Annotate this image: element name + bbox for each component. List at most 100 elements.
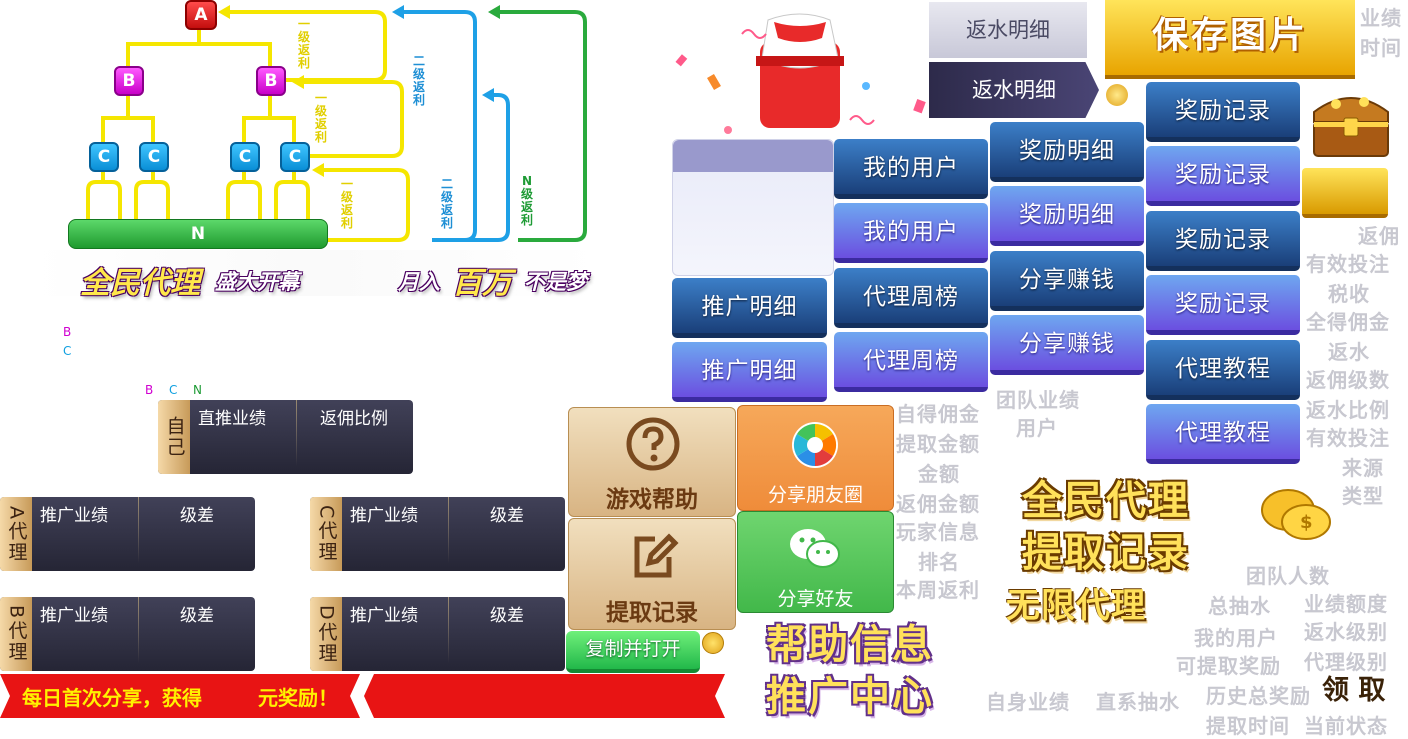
label-withdraw-time: 提取时间	[1206, 714, 1290, 738]
lavender-card	[672, 139, 834, 276]
reward-record-button-1[interactable]: 奖励记录	[1146, 82, 1300, 142]
user-icon	[1106, 84, 1128, 106]
red-envelope-icon	[675, 13, 926, 134]
agent-d-divider	[448, 597, 449, 663]
node-b-left: B	[114, 66, 144, 96]
treasure-chest-icon	[1313, 97, 1389, 157]
tab-rebate-detail-inactive[interactable]: 返水明细	[929, 2, 1087, 58]
agent-weekly-button[interactable]: 代理周榜	[834, 268, 988, 328]
self-table-side: 自己	[158, 400, 190, 474]
legend-bcn-c: C	[169, 383, 178, 397]
coin-icon-small	[702, 632, 724, 654]
share-moments-tile[interactable]: 分享朋友圈	[737, 405, 894, 511]
title-help-info: 帮助信息	[766, 622, 934, 668]
agent-tutorial-button[interactable]: 代理教程	[1146, 340, 1300, 400]
title-promo-center: 推广中心	[766, 674, 934, 720]
promo-detail-button[interactable]: 推广明细	[672, 278, 827, 338]
agent-b-divider	[138, 597, 139, 663]
self-table-divider	[296, 400, 297, 466]
gold-coins-icon: $	[1261, 489, 1331, 540]
level1-rebate-label-1: 一级返利	[297, 17, 310, 70]
promo-detail-button-active[interactable]: 推广明细	[672, 342, 827, 402]
withdraw-record-tile[interactable]: 提取记录	[568, 518, 736, 630]
label-amount: 金额	[918, 462, 960, 486]
legend-c: C	[63, 344, 72, 358]
ribbon-right-text: 元奖励！	[258, 686, 338, 710]
title-unlimited-agent: 无限代理	[1006, 586, 1146, 626]
my-users-button[interactable]: 我的用户	[834, 139, 988, 199]
agent-c-table: C代理 推广业绩 级差	[310, 497, 565, 571]
agent-a-divider	[138, 497, 139, 563]
question-icon	[626, 417, 680, 471]
label-current-status: 当前状态	[1304, 714, 1388, 738]
banner-month-c: 不是梦	[524, 270, 587, 294]
node-c-4: C	[280, 142, 310, 172]
agent-a-side: A代理	[0, 497, 32, 571]
label-commission: 返佣	[1358, 224, 1400, 248]
agent-tutorial-button-active[interactable]: 代理教程	[1146, 404, 1300, 464]
level2-rebate-label-1: 二级返利	[412, 54, 425, 107]
my-users-button-active[interactable]: 我的用户	[834, 203, 988, 263]
label-perf-top: 业绩	[1360, 6, 1402, 30]
banner-month-b: 百万	[452, 266, 512, 301]
tab-rebate-detail-active[interactable]: 返水明细	[929, 62, 1099, 118]
share-earn-button-active[interactable]: 分享赚钱	[990, 315, 1144, 375]
agent-a-table: A代理 推广业绩 级差	[0, 497, 255, 571]
label-rebate: 返水	[1328, 340, 1370, 364]
self-table-col2: 返佣比例	[320, 409, 388, 429]
label-self-perf: 自身业绩	[986, 690, 1070, 714]
label-my-users: 我的用户	[1194, 626, 1278, 650]
agent-b-side: B代理	[0, 597, 32, 671]
banner-agent-sub: 盛大开幕	[215, 270, 299, 294]
claim-gold-button[interactable]	[1302, 168, 1388, 218]
node-b-right: B	[256, 66, 286, 96]
label-withdraw-amount: 提取金额	[896, 432, 980, 456]
reward-detail-button[interactable]: 奖励明细	[990, 122, 1144, 182]
label-direct-draw: 直系抽水	[1096, 690, 1180, 714]
node-n-bar: N	[68, 219, 328, 249]
label-perf-quota: 业绩额度	[1304, 592, 1388, 616]
legend-b: B	[63, 325, 72, 339]
banner-month-a: 月入	[398, 270, 440, 294]
reward-record-button-4[interactable]: 奖励记录	[1146, 275, 1300, 335]
label-user: 用户	[1016, 416, 1058, 440]
label-weekly-rebate: 本周返利	[896, 578, 980, 602]
label-total-draw: 总抽水	[1208, 594, 1271, 618]
label-rank: 排名	[918, 550, 960, 574]
label-type: 类型	[1342, 484, 1384, 508]
agent-c-col2: 级差	[490, 506, 524, 526]
copy-open-button[interactable]: 复制并打开	[566, 631, 700, 673]
share-friends-tile[interactable]: 分享好友	[737, 511, 894, 613]
level1-rebate-label-3: 一级返利	[340, 177, 353, 230]
moments-aperture-icon	[792, 422, 838, 468]
agent-a-col1: 推广业绩	[40, 506, 108, 526]
label-valid-bet: 有效投注	[1306, 252, 1390, 276]
label-tax: 税收	[1328, 282, 1370, 306]
agent-c-divider	[448, 497, 449, 563]
lavender-card-header	[673, 140, 833, 172]
save-image-button[interactable]: 保存图片	[1105, 0, 1355, 79]
label-commission-amount: 返佣金额	[896, 492, 980, 516]
label-valid-bet-2: 有效投注	[1306, 426, 1390, 450]
label-commission-level: 返佣级数	[1306, 368, 1390, 392]
reward-detail-button-active[interactable]: 奖励明细	[990, 186, 1144, 246]
label-team-count: 团队人数	[1246, 564, 1330, 588]
label-history-total: 历史总奖励	[1206, 684, 1311, 708]
label-self-commission: 自得佣金	[896, 402, 980, 426]
banner-agent-main: 全民代理	[80, 266, 200, 301]
reward-record-button-3[interactable]: 奖励记录	[1146, 211, 1300, 271]
agent-weekly-button-active[interactable]: 代理周榜	[834, 332, 988, 392]
share-earn-button[interactable]: 分享赚钱	[990, 251, 1144, 311]
level1-rebate-label-2: 一级返利	[314, 91, 327, 144]
wechat-icon	[790, 529, 840, 568]
agent-d-col1: 推广业绩	[350, 606, 418, 626]
agent-b-table: B代理 推广业绩 级差	[0, 597, 255, 671]
label-rebate-level: 返水级别	[1304, 620, 1388, 644]
game-help-tile[interactable]: 游戏帮助	[568, 407, 736, 517]
node-c-3: C	[230, 142, 260, 172]
withdraw-record-label: 提取记录	[606, 600, 698, 626]
label-full-commission: 全得佣金	[1306, 310, 1390, 334]
edit-icon	[634, 533, 679, 578]
reward-record-button-2[interactable]: 奖励记录	[1146, 146, 1300, 206]
node-c-2: C	[139, 142, 169, 172]
